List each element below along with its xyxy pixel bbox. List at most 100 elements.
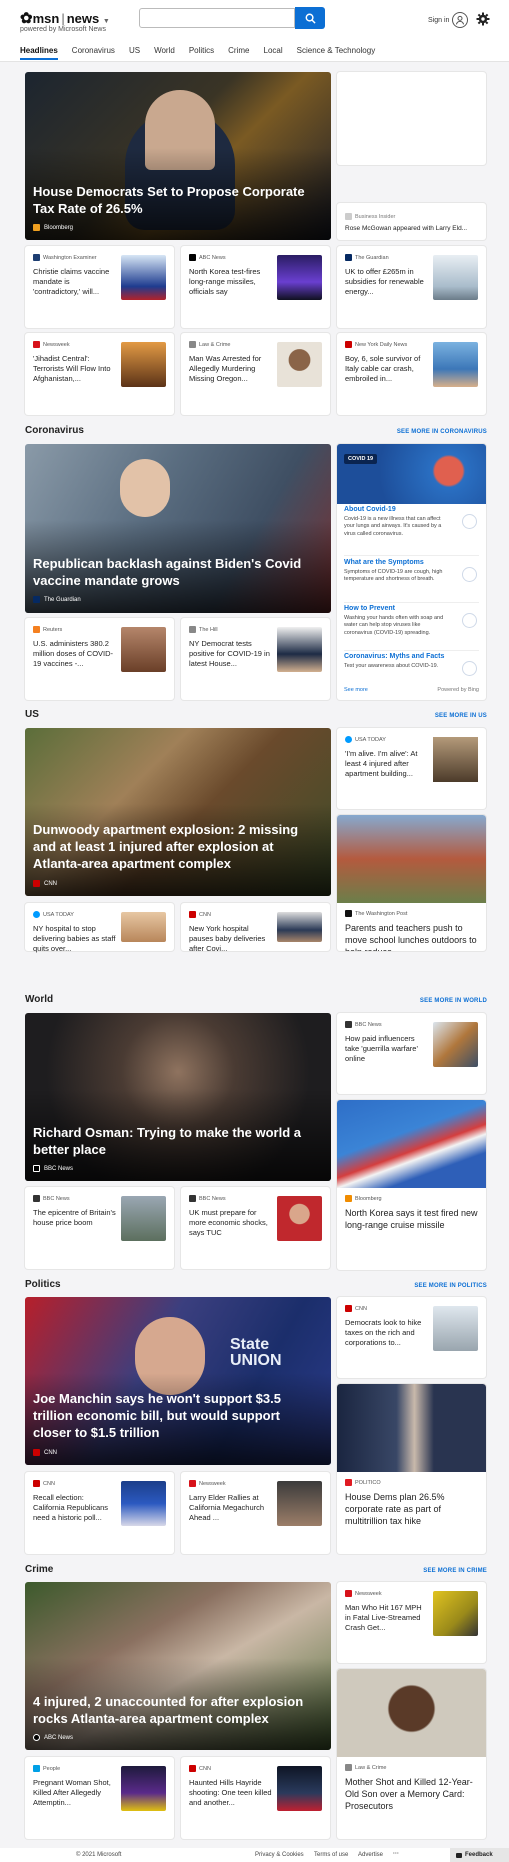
chevron-down-icon[interactable]: ▼	[103, 18, 110, 25]
story-card[interactable]: CNN New York hospital pauses baby deliver…	[181, 903, 330, 953]
story-thumbnail	[433, 1306, 478, 1351]
tab-crime[interactable]: Crime	[228, 46, 249, 60]
story-thumbnail	[121, 1196, 166, 1241]
section-title-politics: Politics	[25, 1279, 61, 1290]
covid-item[interactable]: Coronavirus: Myths and Facts Test your aw…	[344, 653, 479, 683]
hero-story[interactable]: Richard Osman: Trying to make the world …	[25, 1013, 331, 1181]
side-story[interactable]: USA TODAY 'I'm alive. I'm alive': At lea…	[337, 728, 486, 809]
hero-story[interactable]: Republican backlash against Biden's Covi…	[25, 444, 331, 613]
quiz-icon	[462, 661, 477, 676]
side-story[interactable]: BBC News How paid influencers take 'guer…	[337, 1013, 486, 1094]
tab-world[interactable]: World	[154, 46, 175, 60]
see-more-world[interactable]: SEE MORE IN WORLD	[420, 998, 487, 1004]
brand-label: msn	[32, 11, 60, 26]
msn-logo[interactable]: ✿msn | news ▼	[20, 9, 110, 27]
tab-coronavirus[interactable]: Coronavirus	[72, 46, 115, 60]
story-thumbnail	[121, 1481, 166, 1526]
privacy-link[interactable]: Privacy & Cookies	[255, 1852, 304, 1858]
search-input[interactable]	[139, 8, 295, 28]
story-thumbnail	[277, 1481, 322, 1526]
section-label: news	[66, 11, 100, 26]
covid-badge: COVID 19	[344, 454, 378, 464]
see-more-crime[interactable]: SEE MORE IN CRIME	[423, 1568, 487, 1574]
hero-source: The Guardian	[33, 596, 81, 603]
covid-see-more[interactable]: See more	[344, 687, 368, 693]
sign-in-link[interactable]: Sign in	[428, 17, 449, 24]
tall-story[interactable]: The Washington Post Parents and teachers…	[337, 815, 486, 951]
tab-us[interactable]: US	[129, 46, 140, 60]
feedback-button[interactable]: Feedback	[450, 1848, 509, 1862]
story-card[interactable]: USA TODAY NY hospital to stop delivering …	[25, 903, 174, 953]
hero-source: BBC News	[33, 1165, 73, 1172]
story-thumbnail	[277, 255, 322, 300]
story-thumbnail	[121, 627, 166, 672]
story-card[interactable]: New York Daily News Boy, 6, sole survivor…	[337, 333, 486, 415]
story-card[interactable]: The Hill NY Democrat tests positive for C…	[181, 618, 330, 700]
story-thumbnail	[433, 737, 478, 782]
covid-item[interactable]: How to Prevent Washing your hands often w…	[344, 605, 479, 651]
story-thumbnail	[121, 342, 166, 387]
advertise-link[interactable]: Advertise	[358, 1852, 383, 1858]
tall-story[interactable]: Law & Crime Mother Shot and Killed 12-Ye…	[337, 1669, 486, 1839]
side-story[interactable]: Newsweek Man Who Hit 167 MPH in Fatal Li…	[337, 1582, 486, 1663]
story-card[interactable]: People Pregnant Woman Shot, Killed After …	[25, 1757, 174, 1839]
more-menu-icon[interactable]: ···	[393, 1851, 399, 1857]
hero-title: Joe Manchin says he won't support $3.5 t…	[33, 1391, 281, 1440]
hero-story[interactable]: 4 injured, 2 unaccounted for after explo…	[25, 1582, 331, 1750]
tall-story[interactable]: Bloomberg North Korea says it test fired…	[337, 1100, 486, 1270]
story-title: Parents and teachers push to move school…	[345, 923, 477, 951]
story-card[interactable]: CNN Recall election: California Republica…	[25, 1472, 174, 1554]
story-card[interactable]: BBC News The epicentre of Britain's house…	[25, 1187, 174, 1269]
story-card[interactable]: Law & Crime Man Was Arrested for Allegedl…	[181, 333, 330, 415]
story-thumbnail	[121, 255, 166, 300]
tall-story[interactable]: POLITICO House Dems plan 26.5% corporate…	[337, 1384, 486, 1554]
story-card[interactable]: Reuters U.S. administers 380.2 million do…	[25, 618, 174, 700]
avatar-icon[interactable]	[452, 12, 468, 28]
gear-icon[interactable]	[476, 12, 490, 26]
covid-item[interactable]: About Covid-19 Covid-19 is a new illness …	[344, 506, 479, 556]
see-more-us[interactable]: SEE MORE IN US	[435, 713, 487, 719]
tab-science-technology[interactable]: Science & Technology	[297, 46, 376, 60]
symptoms-icon	[462, 567, 477, 582]
search-button[interactable]	[295, 7, 325, 29]
see-more-politics[interactable]: SEE MORE IN POLITICS	[414, 1283, 487, 1289]
see-more-coronavirus[interactable]: SEE MORE IN CORONAVIRUS	[397, 429, 487, 435]
tab-politics[interactable]: Politics	[189, 46, 214, 60]
hero-source: CNN	[33, 1449, 57, 1456]
story-thumbnail	[277, 1766, 322, 1811]
category-nav: Headlines Coronavirus US World Politics …	[20, 46, 375, 60]
story-card[interactable]: ABC News North Korea test-fires long-rang…	[181, 246, 330, 328]
story-card[interactable]: The Guardian UK to offer £265m in subsidi…	[337, 246, 486, 328]
tab-headlines[interactable]: Headlines	[20, 46, 58, 60]
hero-source: CNN	[33, 880, 57, 887]
hero-source: Bloomberg	[33, 224, 73, 231]
tab-local[interactable]: Local	[264, 46, 283, 60]
story-title: Man Who Hit 167 MPH in Fatal Live-Stream…	[345, 1603, 422, 1633]
footer: © 2021 Microsoft Privacy & Cookies Terms…	[0, 1848, 509, 1862]
story-card[interactable]: BBC News UK must prepare for more economi…	[181, 1187, 330, 1269]
side-story[interactable]: Business Insider Rose McGowan appeared w…	[337, 203, 486, 240]
hero-story[interactable]: House Democrats Set to Propose Corporate…	[25, 72, 331, 240]
hero-story[interactable]: State UNION Joe Manchin says he won't su…	[25, 1297, 331, 1465]
story-title: North Korea says it test fired new long-…	[345, 1208, 478, 1231]
search-icon	[305, 13, 316, 24]
story-title: How paid influencers take 'guerrilla war…	[345, 1034, 418, 1064]
story-title: Rose McGowan appeared with Larry Eld...	[345, 225, 468, 232]
story-card[interactable]: Washington Examiner Christie claims vacci…	[25, 246, 174, 328]
story-thumbnail	[277, 627, 322, 672]
story-card[interactable]: Newsweek 'Jihadist Central': Terrorists W…	[25, 333, 174, 415]
story-thumbnail	[433, 1591, 478, 1636]
hero-title: Republican backlash against Biden's Covi…	[33, 556, 302, 588]
covid-item[interactable]: What are the Symptoms Symptoms of COVID-1…	[344, 559, 479, 603]
story-card[interactable]: Newsweek Larry Elder Rallies at Californi…	[181, 1472, 330, 1554]
section-title-world: World	[25, 994, 54, 1005]
hero-title: 4 injured, 2 unaccounted for after explo…	[33, 1694, 304, 1726]
hero-story[interactable]: Dunwoody apartment explosion: 2 missing …	[25, 728, 331, 896]
hero-title: Dunwoody apartment explosion: 2 missing …	[33, 822, 299, 871]
terms-link[interactable]: Terms of use	[314, 1852, 348, 1858]
story-card[interactable]: CNN Haunted Hills Hayride shooting: One t…	[181, 1757, 330, 1839]
side-story[interactable]: CNN Democrats look to hike taxes on the …	[337, 1297, 486, 1378]
info-icon	[462, 514, 477, 529]
copyright: © 2021 Microsoft	[76, 1852, 122, 1858]
section-title-crime: Crime	[25, 1564, 54, 1575]
